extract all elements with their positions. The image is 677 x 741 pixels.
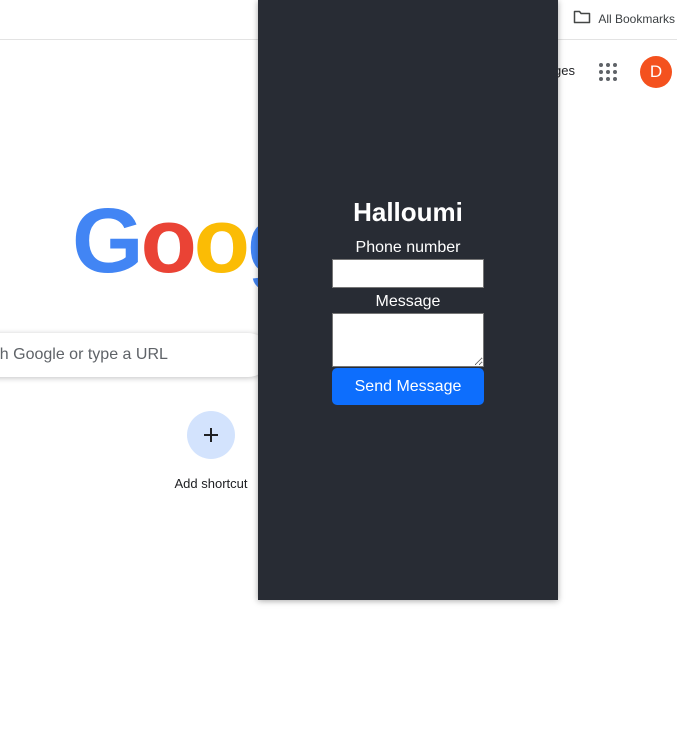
logo-letter: G — [72, 195, 144, 292]
google-apps-button[interactable] — [596, 60, 620, 84]
phone-number-label: Phone number — [355, 239, 461, 256]
send-message-button[interactable]: Send Message — [332, 368, 484, 405]
message-textarea[interactable] — [332, 313, 484, 367]
popup-title: Halloumi — [353, 197, 463, 227]
search-input[interactable] — [0, 333, 258, 377]
logo-letter: o — [193, 195, 250, 292]
add-shortcut-label: Add shortcut — [174, 476, 248, 491]
google-logo: Goog — [72, 195, 258, 305]
add-shortcut-tile[interactable]: Add shortcut — [161, 411, 261, 495]
folder-icon — [573, 9, 591, 30]
phone-number-input[interactable] — [332, 259, 484, 288]
search-box — [0, 333, 270, 377]
apps-grid-icon — [599, 63, 617, 81]
all-bookmarks-label: All Bookmarks — [598, 12, 675, 26]
logo-letter: o — [140, 195, 197, 292]
profile-avatar[interactable]: D — [640, 56, 672, 88]
logo-letter: g — [247, 195, 258, 292]
extension-popup: Halloumi Phone number Message Send Messa… — [258, 0, 558, 600]
add-shortcut-circle — [187, 411, 235, 459]
all-bookmarks-button[interactable]: All Bookmarks — [573, 9, 675, 29]
message-label: Message — [375, 293, 441, 310]
plus-icon — [204, 428, 218, 442]
browser-new-tab-page: All Bookmarks Images D Goog Add shortcut… — [0, 0, 677, 741]
